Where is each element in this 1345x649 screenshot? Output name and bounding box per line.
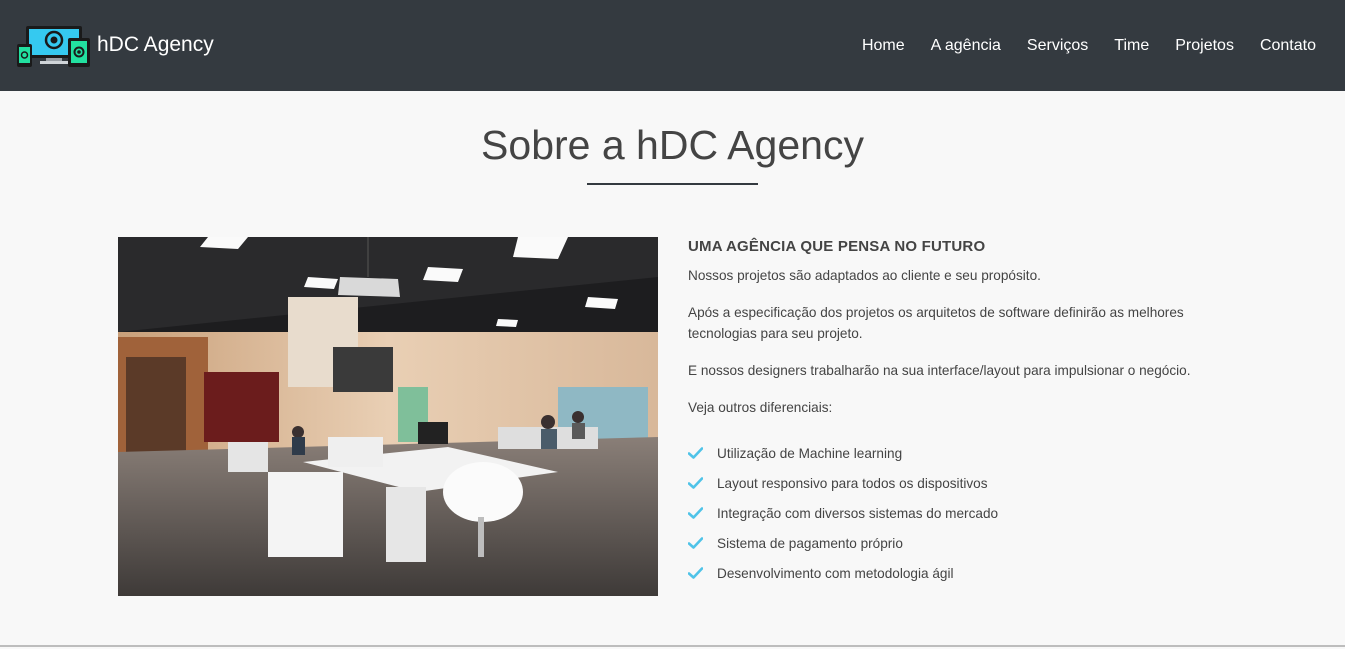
about-paragraph-2: Após a especificação dos projetos os arq… — [688, 305, 1184, 341]
navbar: hDC Agency Home A agência Serviços Time … — [0, 0, 1345, 91]
nav-link-time[interactable]: Time — [1114, 37, 1149, 55]
feature-item: Utilização de Machine learning — [688, 438, 1248, 468]
check-icon — [688, 507, 703, 519]
feature-item: Sistema de pagamento próprio — [688, 528, 1248, 558]
nav-link-projetos[interactable]: Projetos — [1175, 37, 1234, 55]
about-paragraph-1: Nossos projetos são adaptados ao cliente… — [688, 268, 1041, 283]
brand-link[interactable]: hDC Agency — [16, 24, 214, 68]
check-icon — [688, 537, 703, 549]
nav-link-servicos[interactable]: Serviços — [1027, 37, 1088, 55]
section-title: Sobre a hDC Agency — [481, 122, 864, 168]
office-photo — [118, 237, 658, 596]
check-icon — [688, 447, 703, 459]
feature-label: Desenvolvimento com metodologia ágil — [717, 565, 954, 581]
features-list: Utilização de Machine learning Layout re… — [688, 438, 1248, 588]
devices-logo-icon — [17, 25, 90, 67]
feature-label: Sistema de pagamento próprio — [717, 535, 903, 551]
about-paragraph-3: E nossos designers trabalharão na sua in… — [688, 363, 1191, 378]
about-heading: UMA AGÊNCIA QUE PENSA NO FUTURO — [688, 238, 986, 255]
nav-links: Home A agência Serviços Time Projetos Co… — [836, 37, 1316, 55]
feature-item: Integração com diversos sistemas do merc… — [688, 498, 1248, 528]
nav-link-home[interactable]: Home — [862, 37, 905, 55]
feature-item: Layout responsivo para todos os disposit… — [688, 468, 1248, 498]
feature-label: Layout responsivo para todos os disposit… — [717, 475, 988, 491]
check-icon — [688, 567, 703, 579]
nav-link-contato[interactable]: Contato — [1260, 37, 1316, 55]
title-underline — [587, 183, 758, 185]
feature-label: Integração com diversos sistemas do merc… — [717, 505, 999, 521]
brand-name: hDC Agency — [97, 32, 214, 56]
nav-link-agencia[interactable]: A agência — [931, 37, 1001, 55]
check-icon — [688, 477, 703, 489]
feature-item: Desenvolvimento com metodologia ágil — [688, 558, 1248, 588]
section-divider — [0, 645, 1345, 647]
about-paragraph-4: Veja outros diferenciais: — [688, 400, 833, 415]
about-content: UMA AGÊNCIA QUE PENSA NO FUTURO Nossos p… — [688, 238, 1248, 588]
feature-label: Utilização de Machine learning — [717, 445, 903, 461]
